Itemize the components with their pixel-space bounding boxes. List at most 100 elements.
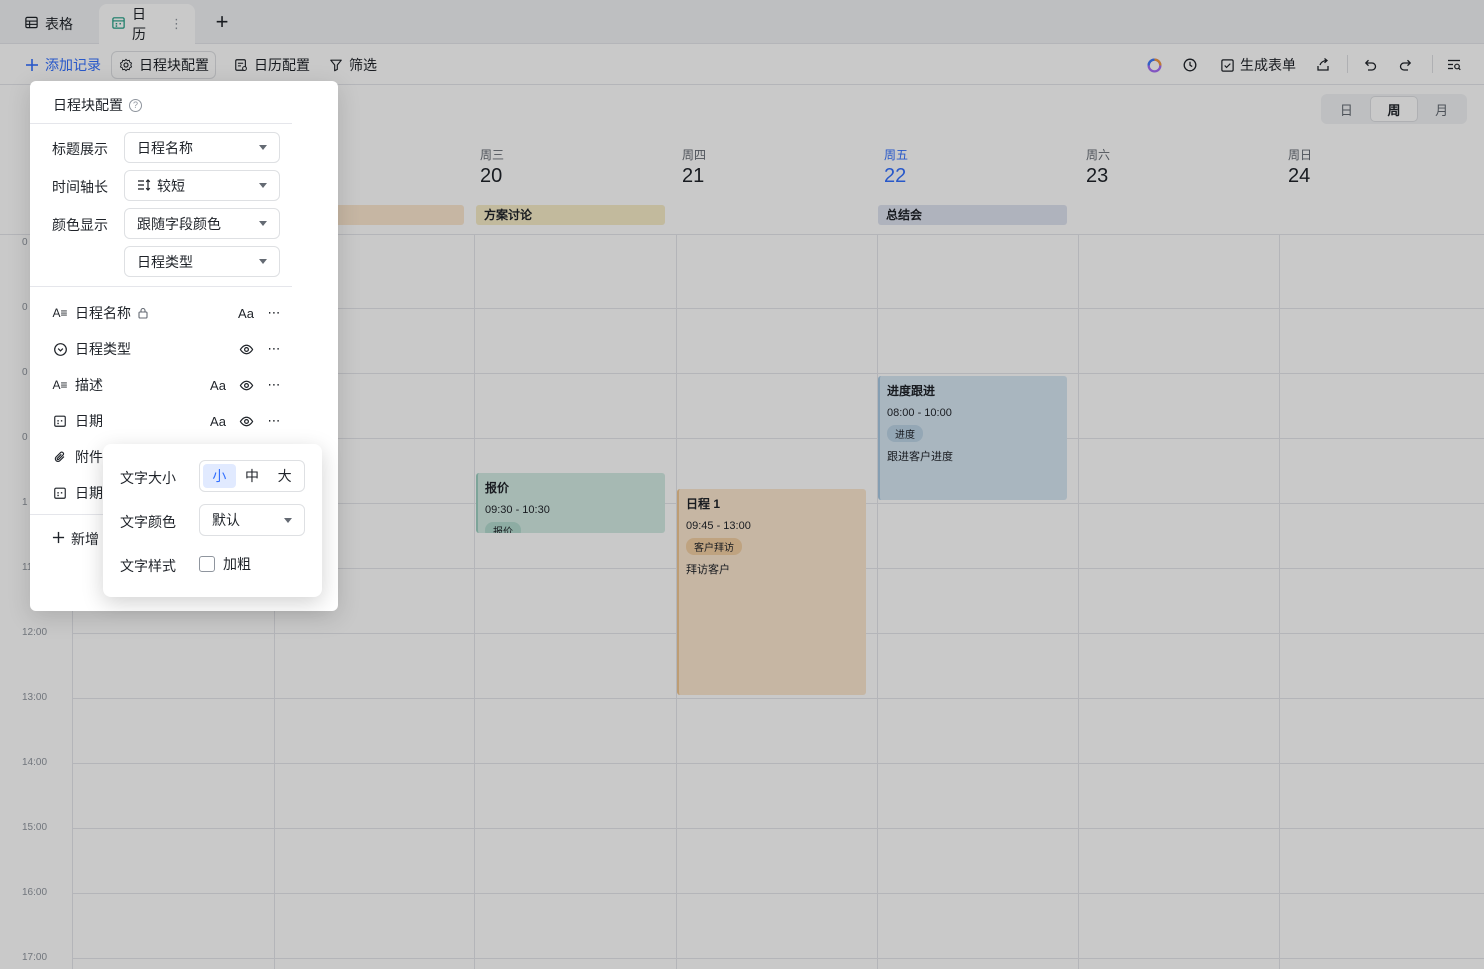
tab-table[interactable]: 表格 xyxy=(12,4,85,44)
form-icon xyxy=(1219,57,1235,73)
hour-line xyxy=(72,893,1484,894)
field-row[interactable]: 日期 Aa ⋯ xyxy=(52,410,284,432)
eye-icon[interactable] xyxy=(236,339,256,359)
event-type-tag: 报价 xyxy=(485,522,521,533)
field-name: 日程类型 xyxy=(75,341,131,357)
bold-option[interactable]: 加粗 xyxy=(199,554,251,574)
text-size-medium[interactable]: 中 xyxy=(236,464,269,488)
text-style-icon[interactable]: Aa xyxy=(236,303,256,323)
date-number: 21 xyxy=(682,165,705,187)
bold-checkbox[interactable] xyxy=(199,556,215,572)
field-row[interactable]: A≡ 日程名称 Aa ⋯ xyxy=(52,302,284,324)
plus-icon xyxy=(52,531,65,547)
automation-icon[interactable] xyxy=(1182,51,1198,79)
generate-form-label: 生成表单 xyxy=(1240,57,1296,73)
timeline-select[interactable]: 较短 xyxy=(124,170,280,201)
text-size-label: 文字大小 xyxy=(120,470,176,486)
field-name: 日程名称 xyxy=(75,305,131,321)
text-style-icon[interactable]: Aa xyxy=(208,375,228,395)
event-type-tag: 进度 xyxy=(887,425,923,442)
generate-form-button[interactable]: 生成表单 xyxy=(1219,51,1296,79)
text-size-large[interactable]: 大 xyxy=(268,464,301,488)
day-header[interactable]: 周日 24 xyxy=(1288,146,1312,188)
date-number: 23 xyxy=(1086,165,1109,187)
event-title: 报价 xyxy=(485,481,510,495)
calendar-icon xyxy=(111,15,126,33)
allday-event[interactable]: 方案讨论 xyxy=(476,205,665,225)
add-tab-button[interactable]: + xyxy=(208,8,236,36)
more-icon[interactable]: ⋯ xyxy=(264,375,284,395)
field-name: 附件 xyxy=(75,449,103,465)
event-block[interactable]: 日程 1 09:45 - 13:00 客户拜访 拜访客户 xyxy=(677,489,866,695)
share-icon[interactable] xyxy=(1315,51,1331,79)
day-header[interactable]: 周六 23 xyxy=(1086,146,1110,188)
text-color-value: 默认 xyxy=(212,512,240,528)
hour-line xyxy=(72,763,1484,764)
title-display-label: 标题展示 xyxy=(52,141,108,157)
single-select-icon xyxy=(52,341,68,357)
weekday-label: 周六 xyxy=(1086,148,1111,162)
text-color-label: 文字颜色 xyxy=(120,514,176,530)
allday-event[interactable]: 总结会 xyxy=(878,205,1067,225)
timeline-value: 较短 xyxy=(157,177,185,194)
calendar-config-button[interactable]: 日历配置 xyxy=(227,51,316,79)
hour-line xyxy=(72,698,1484,699)
hour-label: 0 xyxy=(22,432,28,443)
add-field-button[interactable]: 新增 xyxy=(52,529,99,549)
add-record-button[interactable]: 添加记录 xyxy=(18,51,107,79)
panel-title-text: 日程块配置 xyxy=(53,97,123,113)
caret-down-icon xyxy=(259,259,267,264)
more-icon[interactable]: ⋯ xyxy=(264,411,284,431)
help-icon[interactable]: ? xyxy=(129,98,142,112)
eye-icon[interactable] xyxy=(236,411,256,431)
title-display-select[interactable]: 日程名称 xyxy=(124,132,280,163)
text-size-small[interactable]: 小 xyxy=(203,464,236,488)
more-icon[interactable]: ⋯ xyxy=(264,303,284,323)
calendar-settings-icon xyxy=(233,57,249,73)
view-week-button[interactable]: 周 xyxy=(1369,96,1419,122)
block-config-label: 日程块配置 xyxy=(139,57,209,73)
calendar-config-label: 日历配置 xyxy=(254,57,310,73)
hour-label: 16:00 xyxy=(22,887,48,898)
filter-icon xyxy=(328,57,344,73)
ai-assistant-icon[interactable] xyxy=(1146,51,1163,79)
day-header[interactable]: 周三 20 xyxy=(480,146,504,188)
divider xyxy=(30,123,292,124)
color-display-select[interactable]: 跟随字段颜色 xyxy=(124,208,280,239)
text-size-segmented: 小 中 大 xyxy=(199,460,305,492)
eye-icon[interactable] xyxy=(236,375,256,395)
event-block[interactable]: 报价 09:30 - 10:30 报价 xyxy=(476,473,665,533)
hour-label: 15:00 xyxy=(22,822,48,833)
block-config-button[interactable]: 日程块配置 xyxy=(111,51,216,79)
event-block[interactable]: 进度跟进 08:00 - 10:00 进度 跟进客户进度 xyxy=(878,376,1067,500)
more-icon[interactable]: ⋯ xyxy=(264,339,284,359)
color-field-select[interactable]: 日程类型 xyxy=(124,246,280,277)
field-row[interactable]: 日程类型 ⋯ xyxy=(52,338,284,360)
field-row[interactable]: A≡ 描述 Aa ⋯ xyxy=(52,374,284,396)
more-vertical-icon[interactable]: ⋮ xyxy=(170,16,183,32)
field-name: 日期 xyxy=(75,413,103,429)
timeline-label: 时间轴长 xyxy=(52,179,108,195)
view-month-button[interactable]: 月 xyxy=(1418,96,1465,122)
filter-button[interactable]: 筛选 xyxy=(322,51,383,79)
toolbar-divider xyxy=(1347,55,1348,73)
redo-icon[interactable] xyxy=(1398,51,1414,79)
undo-icon[interactable] xyxy=(1362,51,1378,79)
panel-title: 日程块配置 ? xyxy=(53,95,142,115)
weekday-label: 周日 xyxy=(1288,148,1313,162)
day-header[interactable]: 周四 21 xyxy=(682,146,706,188)
title-display-value: 日程名称 xyxy=(137,139,193,156)
text-color-select[interactable]: 默认 xyxy=(199,504,305,536)
event-type-tag: 客户拜访 xyxy=(686,538,742,555)
hour-label: 14:00 xyxy=(22,757,48,768)
view-day-button[interactable]: 日 xyxy=(1323,96,1370,122)
event-time: 09:45 - 13:00 xyxy=(686,520,751,532)
day-header-today[interactable]: 周五 22 xyxy=(884,146,908,188)
search-list-icon[interactable] xyxy=(1446,51,1462,79)
tab-calendar[interactable]: 日历 ⋮ xyxy=(99,4,195,44)
hour-label: 13:00 xyxy=(22,692,48,703)
add-record-label: 添加记录 xyxy=(45,57,101,73)
text-style-icon[interactable]: Aa xyxy=(208,411,228,431)
event-time: 08:00 - 10:00 xyxy=(887,407,952,419)
color-display-value: 跟随字段颜色 xyxy=(137,215,221,232)
